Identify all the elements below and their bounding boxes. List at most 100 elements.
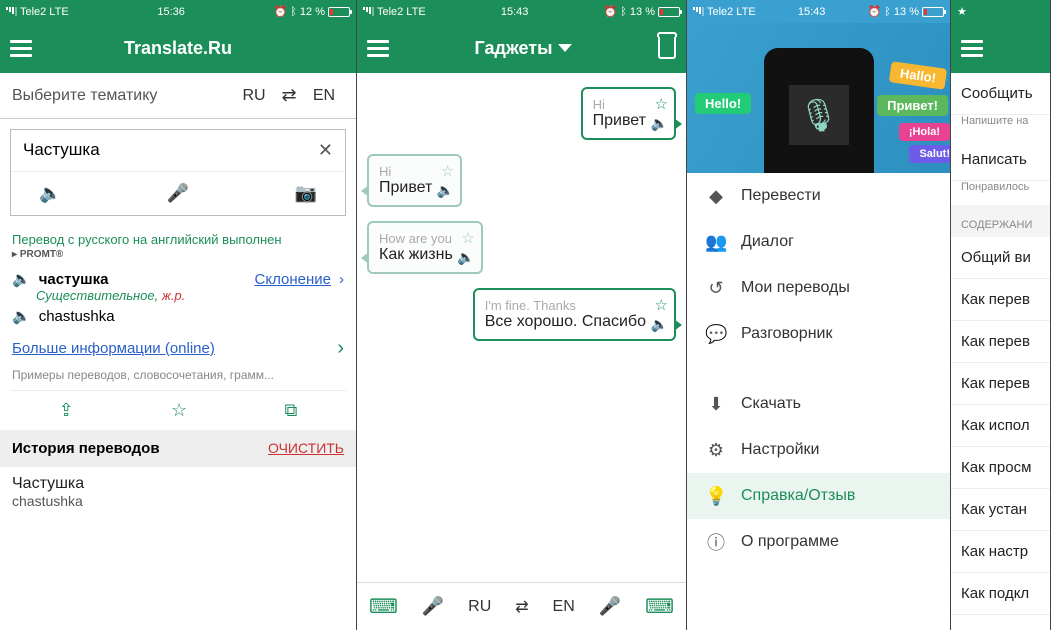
battery-pct: 12 % <box>300 6 325 18</box>
signal-icon <box>693 7 704 16</box>
more-info-link[interactable]: Больше информации (online) <box>12 340 215 357</box>
help-topic[interactable]: Как испол <box>951 405 1050 447</box>
speak-icon[interactable]: 🔈 <box>457 249 474 266</box>
battery-icon <box>658 7 680 17</box>
favorite-icon[interactable]: ☆ <box>655 95 668 113</box>
help-topic[interactable]: Как просм <box>951 447 1050 489</box>
status-bar: Tele2 LTE 15:36 ⏰ ᛒ 12 % <box>0 0 356 23</box>
drawer-hero: 🎙 Hello! Hallo! Привет! ¡Hola! Salut! <box>687 23 950 173</box>
signal-icon <box>6 7 17 16</box>
help-topic[interactable]: Как перев <box>951 321 1050 363</box>
alarm-icon: ⏰ <box>274 5 288 18</box>
dialog-area: HiПривет☆🔈HiПривет☆🔈How are youКак жизнь… <box>357 73 686 582</box>
history-icon: ↺ <box>705 278 727 299</box>
favorite-icon[interactable]: ☆ <box>655 296 668 314</box>
dialog-toolbar: ⌨ 🎤 RU ⇄ EN 🎤 ⌨ <box>357 582 686 630</box>
battery-icon <box>922 7 944 17</box>
chat-bubble[interactable]: HiПривет ☆ 🔈 <box>581 87 676 140</box>
status-bar: ★ <box>951 0 1050 23</box>
dst-lang[interactable]: EN <box>553 598 575 616</box>
chat-bubble[interactable]: I'm fine. ThanksВсе хорошо. Спасибо☆🔈 <box>473 288 676 341</box>
menu-about[interactable]: ⓘО программе <box>687 519 950 565</box>
declension-link[interactable]: Склонение <box>255 271 331 288</box>
swap-lang-button[interactable]: ⇄ <box>274 85 304 106</box>
src-lang[interactable]: RU <box>468 598 491 616</box>
hero-mic-icon: 🎙 <box>789 85 849 145</box>
chevron-right-icon[interactable]: › <box>337 337 344 360</box>
help-report[interactable]: Сообщить <box>951 73 1050 115</box>
history-query: Частушка <box>12 475 344 493</box>
help-list: Сообщить Напишите на Написать Понравилос… <box>951 73 1050 630</box>
help-topic[interactable]: Как перев <box>951 363 1050 405</box>
network: LTE <box>49 6 68 18</box>
copy-icon[interactable]: ⧉ <box>284 400 297 421</box>
transliteration: chastushka <box>39 308 115 325</box>
bluetooth-icon: ᛒ <box>290 6 297 18</box>
menu-settings[interactable]: ⚙Настройки <box>687 427 950 473</box>
help-topic[interactable]: Как подкл <box>951 573 1050 615</box>
help-review[interactable]: Написать <box>951 139 1050 181</box>
clock: 15:36 <box>157 6 185 18</box>
menu-button[interactable] <box>367 40 389 57</box>
clear-history-button[interactable]: ОЧИСТИТЬ <box>268 440 344 457</box>
menu-download[interactable]: ⬇Скачать <box>687 381 950 427</box>
translation-note: Перевод с русского на английский выполне… <box>0 226 356 249</box>
keyboard-left-icon[interactable]: ⌨ <box>369 594 398 619</box>
menu-dialog[interactable]: 👥Диалог <box>687 219 950 265</box>
bubble-source: I'm fine. Thanks <box>485 298 646 313</box>
chat-bubble[interactable]: How are youКак жизнь☆🔈 <box>367 221 483 274</box>
history-title: История переводов <box>12 440 160 457</box>
help-topic[interactable]: Как настр <box>951 531 1050 573</box>
menu-phrasebook[interactable]: 💬Разговорник <box>687 311 950 357</box>
chat-bubble[interactable]: HiПривет☆🔈 <box>367 154 462 207</box>
info-icon: ⓘ <box>705 529 727 555</box>
mic-right-icon[interactable]: 🎤 <box>599 596 621 617</box>
clock: 15:43 <box>501 6 529 18</box>
menu-history[interactable]: ↺Мои переводы <box>687 265 950 311</box>
help-topic[interactable]: Как перев <box>951 279 1050 321</box>
menu-button[interactable] <box>961 40 983 57</box>
history-item[interactable]: Частушка chastushka <box>0 467 356 517</box>
status-bar: Tele2 LTE 15:43 ⏰ᛒ 13 % <box>357 0 686 23</box>
speak-icon[interactable]: 🔈 <box>437 182 454 199</box>
app-header <box>951 23 1050 73</box>
share-icon[interactable]: ⇪ <box>59 400 74 421</box>
menu-button[interactable] <box>10 40 32 57</box>
translate-input[interactable]: Частушка <box>23 140 100 161</box>
delete-button[interactable] <box>658 37 676 59</box>
drawer-menu: ◆Перевести 👥Диалог ↺Мои переводы 💬Разгов… <box>687 173 950 630</box>
source-lang[interactable]: RU <box>234 87 274 105</box>
favorite-icon[interactable]: ☆ <box>461 229 474 247</box>
help-topic[interactable]: Как устан <box>951 489 1050 531</box>
topic-selector[interactable]: Выберите тематику <box>12 87 234 105</box>
speak-icon[interactable]: 🔈 <box>651 115 668 132</box>
speak-translit-icon[interactable]: 🔈 <box>12 307 31 325</box>
speak-headword-icon[interactable]: 🔈 <box>12 270 31 288</box>
keyboard-right-icon[interactable]: ⌨ <box>645 594 674 619</box>
menu-translate[interactable]: ◆Перевести <box>687 173 950 219</box>
favorite-icon[interactable]: ☆ <box>171 400 187 421</box>
headword: частушка <box>39 271 109 288</box>
swap-lang-button[interactable]: ⇄ <box>515 597 528 617</box>
help-topic[interactable]: Общий ви <box>951 237 1050 279</box>
speak-input-icon[interactable]: 🔈 <box>39 183 61 204</box>
speak-icon[interactable]: 🔈 <box>651 316 668 333</box>
download-icon: ⬇ <box>705 394 727 415</box>
app-title: Translate.Ru <box>32 38 324 59</box>
language-bar: Выберите тематику RU ⇄ EN <box>0 73 356 119</box>
target-lang[interactable]: EN <box>304 87 344 105</box>
menu-help[interactable]: 💡Справка/Отзыв <box>687 473 950 519</box>
favorite-icon[interactable]: ☆ <box>441 162 454 180</box>
bubble-source: Hi <box>593 97 646 112</box>
mic-left-icon[interactable]: 🎤 <box>422 596 444 617</box>
app-header: Translate.Ru <box>0 23 356 73</box>
status-bar: Tele2 LTE 15:43 ⏰ᛒ 13 % <box>687 0 950 23</box>
category-title[interactable]: Гаджеты <box>475 38 553 59</box>
chevron-down-icon[interactable] <box>558 44 572 52</box>
bubble-translation: Привет <box>593 112 646 130</box>
mic-icon[interactable]: 🎤 <box>167 183 189 204</box>
bubble-translation: Привет <box>379 179 432 197</box>
camera-icon[interactable]: 📷 <box>295 183 317 204</box>
clear-input-button[interactable]: ✕ <box>318 140 333 161</box>
carrier: Tele2 <box>20 6 46 18</box>
